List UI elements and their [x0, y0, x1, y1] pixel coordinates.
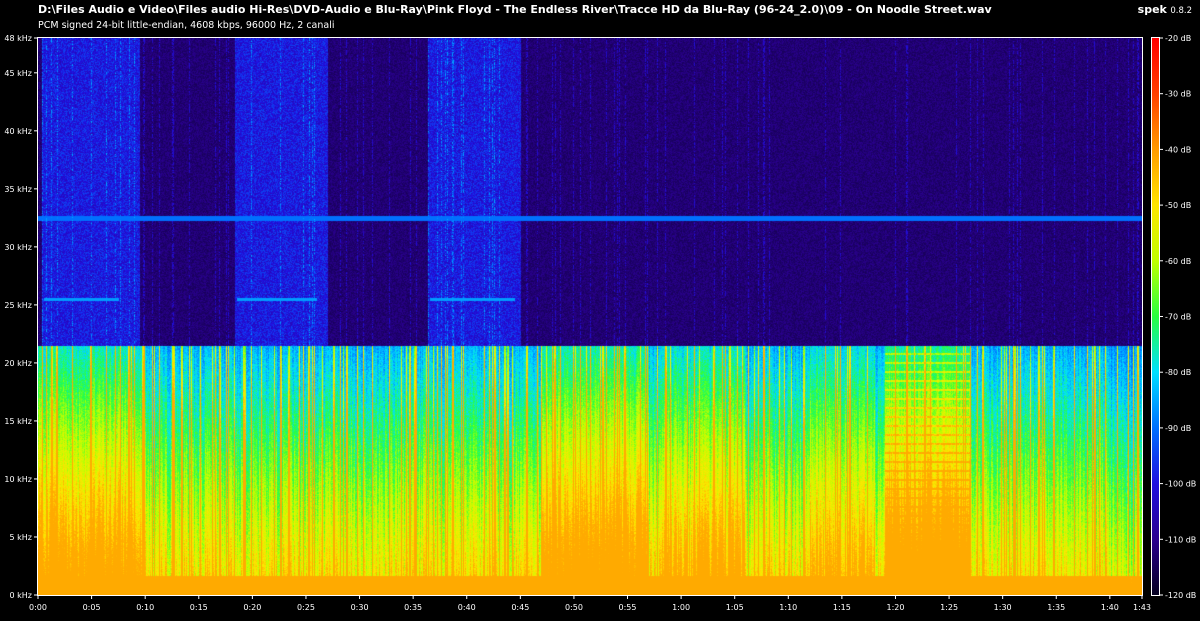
color-scale-tick-label: -20 dB: [1165, 34, 1191, 43]
time-tick-label: 0:05: [83, 603, 101, 612]
time-tick-label: 1:15: [833, 603, 851, 612]
frequency-tick-label: 30 kHz: [4, 243, 32, 252]
time-tick-label: 0:10: [136, 603, 154, 612]
time-tick-label: 0:30: [351, 603, 369, 612]
color-scale-frame: [1151, 37, 1160, 596]
color-scale-tick-label: -100 dB: [1165, 480, 1196, 489]
time-tick-label: 1:40: [1101, 603, 1119, 612]
time-tick-label: 1:05: [726, 603, 744, 612]
frequency-tick-label: 35 kHz: [4, 185, 32, 194]
time-tick-label: 1:43: [1133, 603, 1151, 612]
color-scale-tick-label: -110 dB: [1165, 535, 1196, 544]
frequency-tick-label: 15 kHz: [4, 417, 32, 426]
color-scale-tick-label: -40 dB: [1165, 145, 1191, 154]
frequency-tick-label: 0 kHz: [10, 591, 32, 600]
frequency-tick-label: 10 kHz: [4, 475, 32, 484]
time-tick-label: 0:40: [458, 603, 476, 612]
time-tick-label: 0:45: [511, 603, 529, 612]
time-tick-label: 0:20: [243, 603, 261, 612]
frequency-tick-label: 5 kHz: [10, 533, 32, 542]
color-scale-tick-label: -90 dB: [1165, 424, 1191, 433]
spectrogram-axes: 0 kHz 5 kHz 10 kHz 15 kHz 20 kHz 25 kHz 30 kHz…: [4, 34, 1196, 612]
color-scale-tick-label: -30 dB: [1165, 90, 1191, 99]
time-tick-label: 0:50: [565, 603, 583, 612]
color-scale-tick-label: -70 dB: [1165, 313, 1191, 322]
time-tick-label: 1:25: [940, 603, 958, 612]
time-tick-label: 1:10: [779, 603, 797, 612]
plot-frame: [37, 37, 1143, 596]
frequency-tick-label: 45 kHz: [4, 69, 32, 78]
time-tick-label: 1:30: [994, 603, 1012, 612]
time-tick-label: 0:25: [297, 603, 315, 612]
color-scale-tick-label: -60 dB: [1165, 257, 1191, 266]
color-scale-tick-label: -80 dB: [1165, 368, 1191, 377]
frequency-tick-label: 25 kHz: [4, 301, 32, 310]
time-tick-label: 0:15: [190, 603, 208, 612]
color-scale-tick-label: -120 dB: [1165, 591, 1196, 600]
time-tick-label: 0:55: [619, 603, 637, 612]
frequency-tick-label: 48 kHz: [4, 34, 32, 43]
time-tick-label: 1:35: [1047, 603, 1065, 612]
frequency-tick-label: 20 kHz: [4, 359, 32, 368]
time-tick-label: 0:00: [29, 603, 47, 612]
time-tick-label: 1:20: [886, 603, 904, 612]
color-scale-tick-label: -50 dB: [1165, 201, 1191, 210]
time-tick-label: 1:00: [672, 603, 690, 612]
frequency-tick-label: 40 kHz: [4, 127, 32, 136]
time-tick-label: 0:35: [404, 603, 422, 612]
